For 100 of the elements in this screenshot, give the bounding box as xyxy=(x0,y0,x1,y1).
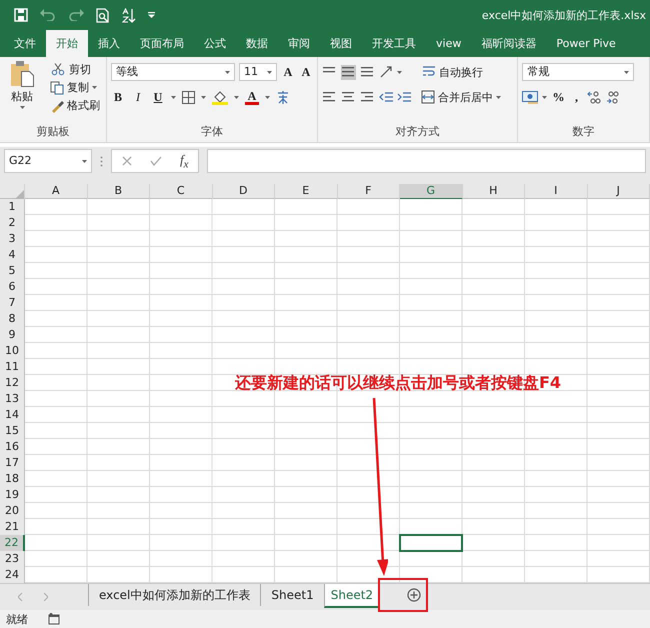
decrease-indent-icon[interactable] xyxy=(379,90,393,104)
decrease-decimal-icon[interactable] xyxy=(605,90,620,104)
caret-icon[interactable] xyxy=(234,96,239,98)
annotation-text: 还要新建的话可以继续点击加号或者按键盘F4 xyxy=(235,373,562,394)
row-header[interactable]: 10 xyxy=(0,343,25,360)
formula-input-field[interactable] xyxy=(207,149,646,173)
group-label: 数字 xyxy=(572,124,596,140)
ribbon-tab[interactable]: 插入 xyxy=(88,30,130,57)
row-header[interactable]: 14 xyxy=(0,407,25,424)
ribbon-tab[interactable]: 数据 xyxy=(236,30,278,57)
ribbon-tab[interactable]: 视图 xyxy=(320,30,362,57)
borders-icon[interactable] xyxy=(182,90,195,104)
insert-function-button[interactable]: f$_{x}$ xyxy=(180,152,188,170)
middle-align-icon[interactable] xyxy=(341,64,356,80)
ribbon-tab[interactable]: 页面布局 xyxy=(130,30,194,57)
caret-icon xyxy=(82,160,87,162)
cut-button[interactable]: 剪切 xyxy=(48,61,102,77)
row-header[interactable]: 5 xyxy=(0,263,25,280)
ribbon-tab[interactable]: 文件 xyxy=(4,30,46,57)
merge-center-button[interactable]: 合并后居中 xyxy=(419,90,503,104)
format-painter-button[interactable]: 格式刷 xyxy=(48,98,102,113)
paste-button[interactable]: 粘贴 xyxy=(4,61,40,124)
number-format-field[interactable]: 常规 xyxy=(522,63,634,81)
bottom-align-icon[interactable] xyxy=(360,64,375,80)
sheet-tab[interactable]: Sheet2 xyxy=(324,584,380,608)
row-header[interactable]: 9 xyxy=(0,327,25,344)
ribbon-tab[interactable]: 审阅 xyxy=(278,30,320,57)
active-cell[interactable] xyxy=(399,534,462,552)
row-header[interactable]: 22 xyxy=(0,535,25,552)
row-header[interactable]: 16 xyxy=(0,439,25,456)
italic-button[interactable]: I xyxy=(131,90,145,104)
decrease-font-size-button[interactable]: A xyxy=(299,64,313,80)
row-header[interactable]: 11 xyxy=(0,359,25,376)
name-box[interactable]: G22 xyxy=(4,149,92,173)
row-header[interactable]: 6 xyxy=(0,279,25,296)
group-label: 剪贴板 xyxy=(36,124,70,140)
phonetic-guide-icon[interactable] xyxy=(276,90,290,104)
align-center-icon[interactable] xyxy=(341,90,356,104)
merge-cells-icon xyxy=(421,90,435,104)
caret-icon xyxy=(267,70,272,74)
row-header[interactable]: 15 xyxy=(0,423,25,440)
column-header[interactable]: G xyxy=(400,184,462,200)
caret-icon[interactable] xyxy=(201,96,206,98)
add-sheet-icon[interactable] xyxy=(407,588,422,602)
ribbon-tab[interactable]: 开始 xyxy=(46,30,88,57)
row-header[interactable]: 17 xyxy=(0,455,25,472)
sort-icon[interactable] xyxy=(122,8,136,22)
orientation-icon[interactable] xyxy=(379,65,393,79)
caret-icon[interactable] xyxy=(171,96,176,98)
row-header[interactable]: 8 xyxy=(0,311,25,328)
caret-icon[interactable] xyxy=(397,70,402,74)
ribbon-tab[interactable]: 公式 xyxy=(194,30,236,57)
wrap-text-button[interactable]: 自动换行 xyxy=(420,64,485,80)
group-label: 对齐方式 xyxy=(394,124,441,140)
ribbon-tab[interactable]: view xyxy=(426,30,472,57)
sheet-tab[interactable]: excel中如何添加新的工作表 xyxy=(88,584,260,606)
increase-decimal-icon[interactable] xyxy=(587,90,602,104)
row-header[interactable]: 24 xyxy=(0,567,25,583)
underline-button[interactable]: U xyxy=(151,90,165,104)
increase-font-size-button[interactable]: A xyxy=(281,64,295,80)
align-left-icon[interactable] xyxy=(322,90,337,104)
caret-icon[interactable] xyxy=(265,96,270,98)
percent-button[interactable]: % xyxy=(551,90,566,104)
row-header[interactable]: 21 xyxy=(0,519,25,536)
caret-icon xyxy=(624,70,630,74)
fill-color-icon[interactable] xyxy=(212,90,228,104)
caret-icon[interactable] xyxy=(542,96,548,98)
row-header[interactable]: 7 xyxy=(0,295,25,312)
row-header[interactable]: 19 xyxy=(0,487,25,504)
row-header[interactable]: 18 xyxy=(0,471,25,488)
customize-toolbar-icon[interactable] xyxy=(148,12,155,18)
row-header[interactable]: 4 xyxy=(0,247,25,264)
font-size-field[interactable]: 11 xyxy=(239,63,277,81)
copy-icon xyxy=(50,80,64,94)
row-header[interactable]: 20 xyxy=(0,503,25,520)
caret-icon xyxy=(496,96,501,98)
caret-icon xyxy=(92,86,97,89)
comma-style-button[interactable]: , xyxy=(569,90,584,104)
ribbon-tab[interactable]: 福昕阅读器 xyxy=(471,30,546,57)
row-header[interactable]: 13 xyxy=(0,391,25,408)
row-header[interactable]: 2 xyxy=(0,215,25,232)
bold-button[interactable]: B xyxy=(111,90,125,104)
copy-button[interactable]: 复制 xyxy=(48,80,102,95)
font-name-field[interactable]: 等线 xyxy=(111,63,235,81)
caret-icon xyxy=(20,106,24,109)
font-color-button[interactable]: A xyxy=(245,90,259,104)
ribbon-tab[interactable]: 开发工具 xyxy=(362,30,426,57)
currency-icon[interactable] xyxy=(522,90,538,104)
highlight-frame xyxy=(378,578,428,612)
row-header[interactable]: 12 xyxy=(0,375,25,392)
align-right-icon[interactable] xyxy=(360,90,375,104)
ribbon-tab[interactable]: Power Pive xyxy=(546,30,626,57)
window-title: excel中如何添加新的工作表.xlsx xyxy=(482,8,646,22)
print-preview-icon[interactable] xyxy=(96,8,110,22)
save-icon[interactable] xyxy=(14,8,28,22)
macro-record-icon[interactable] xyxy=(48,613,60,625)
row-header[interactable]: 3 xyxy=(0,231,25,248)
row-header[interactable]: 23 xyxy=(0,551,25,568)
scissors-icon xyxy=(50,61,66,77)
increase-indent-icon[interactable] xyxy=(397,90,411,104)
